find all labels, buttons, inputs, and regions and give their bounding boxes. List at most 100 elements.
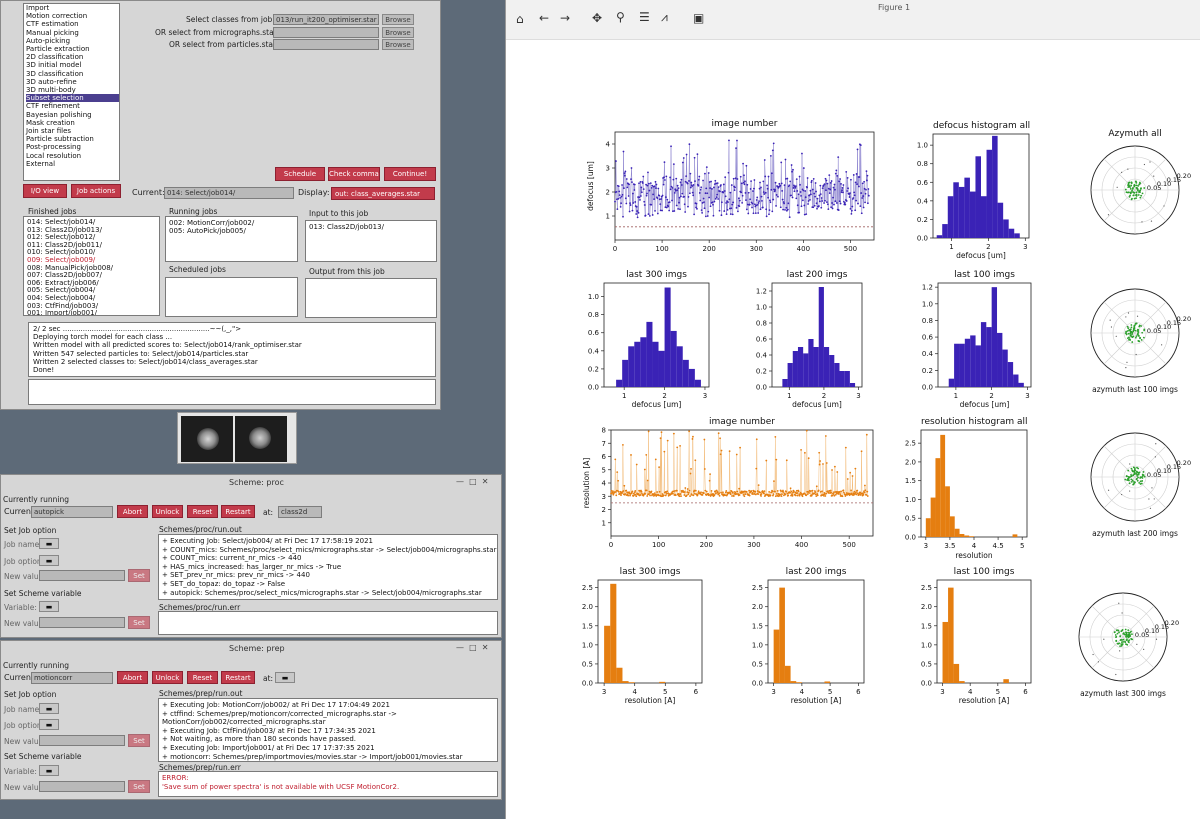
job-option-dropdown[interactable]: ▬ bbox=[39, 719, 59, 730]
list-item[interactable]: 3D multi-body bbox=[26, 86, 119, 94]
data-point bbox=[698, 192, 701, 194]
list-item[interactable]: External bbox=[26, 160, 119, 168]
save-icon[interactable]: ▣ bbox=[693, 11, 704, 25]
list-item[interactable]: Auto-picking bbox=[26, 37, 119, 45]
job-option-dropdown[interactable]: ▬ bbox=[39, 555, 59, 566]
list-item[interactable]: Import bbox=[26, 4, 119, 12]
list-item[interactable]: Local resolution bbox=[26, 152, 119, 160]
input-to-job-list[interactable]: 013: Class2D/job013/ bbox=[305, 220, 437, 262]
list-item[interactable]: Motion correction bbox=[26, 12, 119, 20]
list-item[interactable]: Post-processing bbox=[26, 143, 119, 151]
data-point bbox=[678, 196, 681, 199]
variable-value-input[interactable] bbox=[39, 781, 125, 792]
select-micrographs-input[interactable] bbox=[273, 27, 379, 38]
polar-point bbox=[1121, 629, 1124, 632]
set-button[interactable]: Set bbox=[128, 616, 150, 629]
check-command-button[interactable]: Check command bbox=[328, 167, 380, 181]
unlock-button[interactable]: Unlock bbox=[152, 505, 183, 518]
polar-point bbox=[1136, 474, 1139, 477]
list-item[interactable]: 002: MotionCorr/job002/ bbox=[169, 219, 294, 227]
window-controls[interactable]: — □ ✕ bbox=[456, 643, 488, 652]
list-item[interactable]: 001: Import/job001/ bbox=[27, 310, 156, 315]
window-controls[interactable]: — □ ✕ bbox=[456, 477, 488, 486]
list-item[interactable]: 2D classification bbox=[26, 53, 119, 61]
new-value-input[interactable] bbox=[39, 570, 125, 581]
data-point bbox=[720, 491, 722, 494]
current-job-field[interactable]: 014: Select/job014/ bbox=[164, 187, 294, 199]
output-from-job-list[interactable] bbox=[305, 278, 437, 318]
variable-value-input[interactable] bbox=[39, 617, 125, 628]
list-item[interactable]: Manual picking bbox=[26, 29, 119, 37]
data-point bbox=[753, 187, 755, 190]
list-item[interactable]: 005: AutoPick/job005/ bbox=[169, 227, 294, 235]
data-point bbox=[800, 449, 802, 451]
restart-at-dropdown[interactable]: ▬ bbox=[275, 672, 295, 683]
list-item[interactable]: 3D initial model bbox=[26, 61, 119, 69]
abort-button[interactable]: Abort bbox=[117, 671, 148, 684]
set-button[interactable]: Set bbox=[128, 780, 150, 793]
data-point bbox=[779, 206, 782, 209]
data-point bbox=[747, 212, 750, 215]
chart-9: 0.0 0.5 1.0 1.5 2.0 2.5 3 4 5 6 resolution [A] bbox=[921, 579, 1032, 705]
schedule-button[interactable]: Schedule bbox=[275, 167, 325, 181]
abort-button[interactable]: Abort bbox=[117, 505, 148, 518]
axes-edit-icon[interactable]: ⩘ bbox=[661, 10, 668, 25]
new-value-input[interactable] bbox=[39, 735, 125, 746]
list-item[interactable]: Particle subtraction bbox=[26, 135, 119, 143]
browse-button[interactable]: Browse bbox=[382, 27, 414, 38]
browse-button[interactable]: Browse bbox=[382, 39, 414, 50]
home-icon[interactable]: ⌂ bbox=[516, 12, 524, 26]
select-particles-input[interactable] bbox=[273, 39, 379, 50]
browse-button[interactable]: Browse bbox=[382, 14, 414, 25]
io-view-button[interactable]: I/O view bbox=[23, 184, 67, 198]
data-point bbox=[765, 208, 768, 211]
data-point bbox=[626, 186, 629, 189]
list-item[interactable]: Bayesian polishing bbox=[26, 111, 119, 119]
display-dropdown[interactable]: out: class_averages.star bbox=[331, 187, 435, 200]
list-item[interactable]: Mask creation bbox=[26, 119, 119, 127]
tick-label: 2 bbox=[986, 243, 990, 251]
data-point bbox=[734, 177, 737, 180]
restart-button[interactable]: Restart bbox=[221, 505, 255, 518]
variable-dropdown[interactable]: ▬ bbox=[39, 601, 59, 612]
scheduled-jobs-title: Scheduled jobs bbox=[169, 265, 226, 274]
data-point bbox=[821, 490, 823, 493]
zoom-icon[interactable]: ⚲ bbox=[616, 10, 625, 24]
list-item[interactable]: Subset selection bbox=[26, 94, 119, 103]
reset-button[interactable]: Reset bbox=[187, 505, 218, 518]
current-node-field[interactable]: autopick bbox=[31, 506, 113, 518]
job-name-dropdown[interactable]: ▬ bbox=[39, 538, 59, 549]
tick-label: 0.2 bbox=[588, 365, 599, 373]
list-item: Deploying torch model for each class ... bbox=[33, 333, 173, 342]
continue-button[interactable]: Continue! bbox=[384, 167, 436, 181]
variable-dropdown[interactable]: ▬ bbox=[39, 765, 59, 776]
set-button[interactable]: Set bbox=[128, 569, 150, 582]
running-jobs-list[interactable]: 002: MotionCorr/job002/005: AutoPick/job… bbox=[165, 216, 298, 262]
select-classes-input[interactable]: 013/run_it200_optimiser.star bbox=[273, 14, 379, 25]
list-item[interactable]: 3D classification bbox=[26, 70, 119, 78]
list-item[interactable]: 3D auto-refine bbox=[26, 78, 119, 86]
list-item[interactable]: Join star files bbox=[26, 127, 119, 135]
job-type-list[interactable]: Import Motion correction CTF estimation Man… bbox=[23, 3, 120, 181]
forward-icon[interactable]: → bbox=[560, 11, 570, 25]
restart-at-field[interactable]: class2d bbox=[278, 506, 322, 518]
job-name-dropdown[interactable]: ▬ bbox=[39, 703, 59, 714]
data-point bbox=[789, 180, 792, 183]
subplots-icon[interactable]: ☰ bbox=[639, 10, 650, 24]
scheduled-jobs-list[interactable] bbox=[165, 277, 298, 317]
reset-button[interactable]: Reset bbox=[187, 671, 218, 684]
restart-button[interactable]: Restart bbox=[221, 671, 255, 684]
back-icon[interactable]: ← bbox=[539, 11, 549, 25]
polar-point bbox=[1131, 189, 1133, 192]
list-item[interactable]: Particle extraction bbox=[26, 45, 119, 53]
current-node-field[interactable]: motioncorr bbox=[31, 672, 113, 684]
list-item[interactable]: CTF estimation bbox=[26, 20, 119, 28]
unlock-button[interactable]: Unlock bbox=[152, 671, 183, 684]
list-item[interactable]: 013: Class2D/job013/ bbox=[309, 223, 433, 231]
data-point bbox=[764, 175, 767, 178]
job-actions-button[interactable]: Job actions bbox=[71, 184, 121, 198]
pan-icon[interactable]: ✥ bbox=[592, 11, 602, 25]
list-item[interactable]: CTF refinement bbox=[26, 102, 119, 110]
set-button[interactable]: Set bbox=[128, 734, 150, 747]
finished-jobs-list[interactable]: 014: Select/job014/013: Class2D/job013/0… bbox=[23, 216, 160, 316]
